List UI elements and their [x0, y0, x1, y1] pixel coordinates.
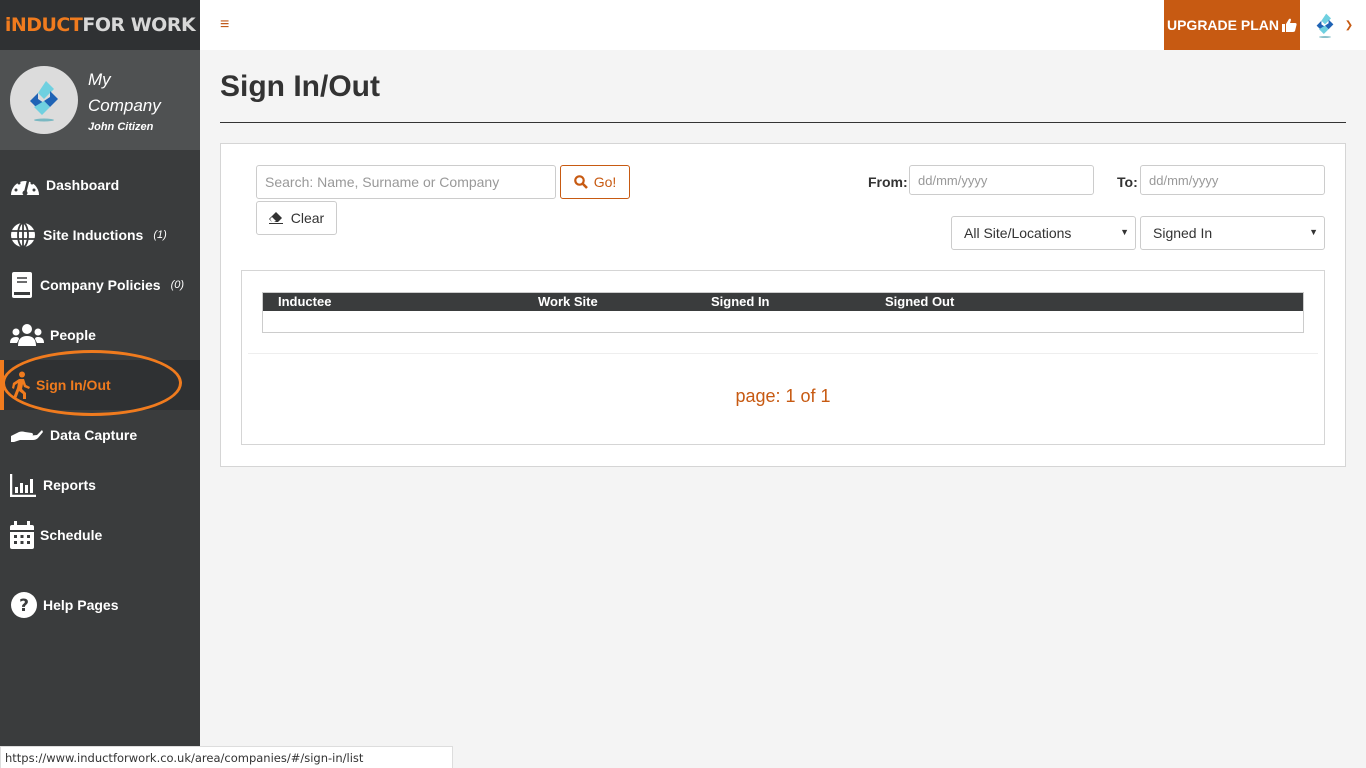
column-header-work-site[interactable]: Work Site	[538, 294, 598, 309]
brand-part1: iNDUCT	[4, 14, 83, 36]
sidebar-item-sign-in-out[interactable]: Sign In/Out	[0, 360, 200, 410]
book-icon	[10, 270, 34, 300]
user-menu[interactable]: ❯	[1300, 0, 1366, 50]
sidebar-item-schedule[interactable]: Schedule	[0, 510, 200, 560]
company-avatar[interactable]	[10, 66, 78, 134]
dashboard-icon	[10, 170, 40, 200]
site-location-select[interactable]: All Site/Locations ▼	[951, 216, 1136, 250]
status-select[interactable]: Signed In ▼	[1140, 216, 1325, 250]
to-date-input[interactable]	[1140, 165, 1325, 195]
user-avatar-icon	[1316, 13, 1334, 38]
column-header-signed-out[interactable]: Signed Out	[885, 294, 954, 309]
walking-icon	[10, 370, 32, 400]
browser-status-bar: https://www.inductforwork.co.uk/area/com…	[0, 746, 453, 768]
sidebar-item-label: Dashboard	[46, 177, 120, 193]
chevron-down-icon: ❯	[1344, 19, 1354, 31]
site-location-value: All Site/Locations	[964, 225, 1072, 241]
to-label: To:	[1117, 174, 1138, 190]
sidebar-item-data-capture[interactable]: Data Capture	[0, 410, 200, 460]
sidebar-item-label: Company Policies	[40, 277, 161, 293]
sidebar-item-label: Site Inductions	[43, 227, 144, 243]
sidebar-item-label: Help Pages	[43, 597, 119, 613]
sidebar-item-site-inductions[interactable]: Site Inductions (1)	[0, 210, 200, 260]
menu-toggle-icon[interactable]: ≡	[220, 16, 229, 34]
table-header: Inductee Work Site Signed In Signed Out	[263, 293, 1303, 311]
results-container: Inductee Work Site Signed In Signed Out …	[241, 270, 1325, 445]
pagination-text: page: 1 of 1	[735, 386, 831, 406]
go-label: Go!	[593, 174, 617, 190]
company-profile: My Company John Citizen	[0, 50, 200, 150]
company-name-line2: Company	[88, 96, 161, 115]
go-button[interactable]: Go!	[560, 165, 630, 199]
svg-text:?: ?	[19, 596, 29, 616]
sidebar-item-label: Schedule	[40, 527, 103, 543]
dropdown-arrow-icon: ▼	[1309, 227, 1318, 237]
eraser-icon	[268, 212, 283, 224]
bar-chart-icon	[10, 470, 37, 500]
sidebar-item-reports[interactable]: Reports	[0, 460, 200, 510]
hand-icon	[10, 420, 44, 450]
sidebar: iNDUCTFOR WORK My Company John Citizen D…	[0, 0, 200, 768]
user-name: John Citizen	[88, 121, 154, 133]
clear-button[interactable]: Clear	[256, 201, 337, 235]
sidebar-item-label: Data Capture	[50, 427, 138, 443]
from-label: From:	[868, 174, 908, 190]
sidebar-nav: Dashboard Site Inductions (1) Company Po…	[0, 160, 200, 630]
clear-label: Clear	[290, 210, 325, 226]
sidebar-item-help-pages[interactable]: ? Help Pages	[0, 580, 200, 630]
sidebar-item-company-policies[interactable]: Company Policies (0)	[0, 260, 200, 310]
sidebar-item-label: Reports	[43, 477, 96, 493]
page-title: Sign In/Out	[220, 70, 1346, 123]
sidebar-item-dashboard[interactable]: Dashboard	[0, 160, 200, 210]
search-icon	[573, 175, 588, 189]
sidebar-item-label: Sign In/Out	[36, 377, 111, 393]
users-icon	[10, 320, 44, 350]
nav-spacer	[0, 560, 200, 580]
company-policies-count: (0)	[170, 279, 185, 291]
globe-icon	[10, 220, 36, 250]
topbar: ≡ UPGRADE PLAN ❯	[200, 0, 1366, 50]
brand-part2: FOR WORK	[82, 14, 196, 36]
sidebar-item-label: People	[50, 327, 96, 343]
status-value: Signed In	[1153, 225, 1213, 241]
main-content: Sign In/Out Go! Clear From: To: All Site…	[220, 50, 1346, 467]
company-name-line1: My	[88, 70, 111, 89]
question-icon: ?	[10, 590, 37, 620]
results-table: Inductee Work Site Signed In Signed Out	[262, 292, 1304, 333]
company-logo-icon	[30, 81, 58, 122]
dropdown-arrow-icon: ▼	[1120, 227, 1129, 237]
divider	[248, 353, 1318, 354]
thumbs-up-icon	[1282, 18, 1297, 32]
upgrade-plan-button[interactable]: UPGRADE PLAN	[1164, 0, 1300, 50]
sidebar-item-people[interactable]: People	[0, 310, 200, 360]
from-date-input[interactable]	[909, 165, 1094, 195]
sign-in-out-panel: Go! Clear From: To: All Site/Locations ▼…	[220, 143, 1346, 467]
brand-logo[interactable]: iNDUCTFOR WORK	[0, 0, 200, 50]
column-header-signed-in[interactable]: Signed In	[711, 294, 770, 309]
search-input[interactable]	[256, 165, 556, 199]
site-inductions-count: (1)	[153, 229, 167, 241]
column-header-inductee[interactable]: Inductee	[278, 294, 331, 309]
calendar-icon	[10, 520, 34, 550]
upgrade-plan-label: UPGRADE PLAN	[1166, 17, 1279, 33]
